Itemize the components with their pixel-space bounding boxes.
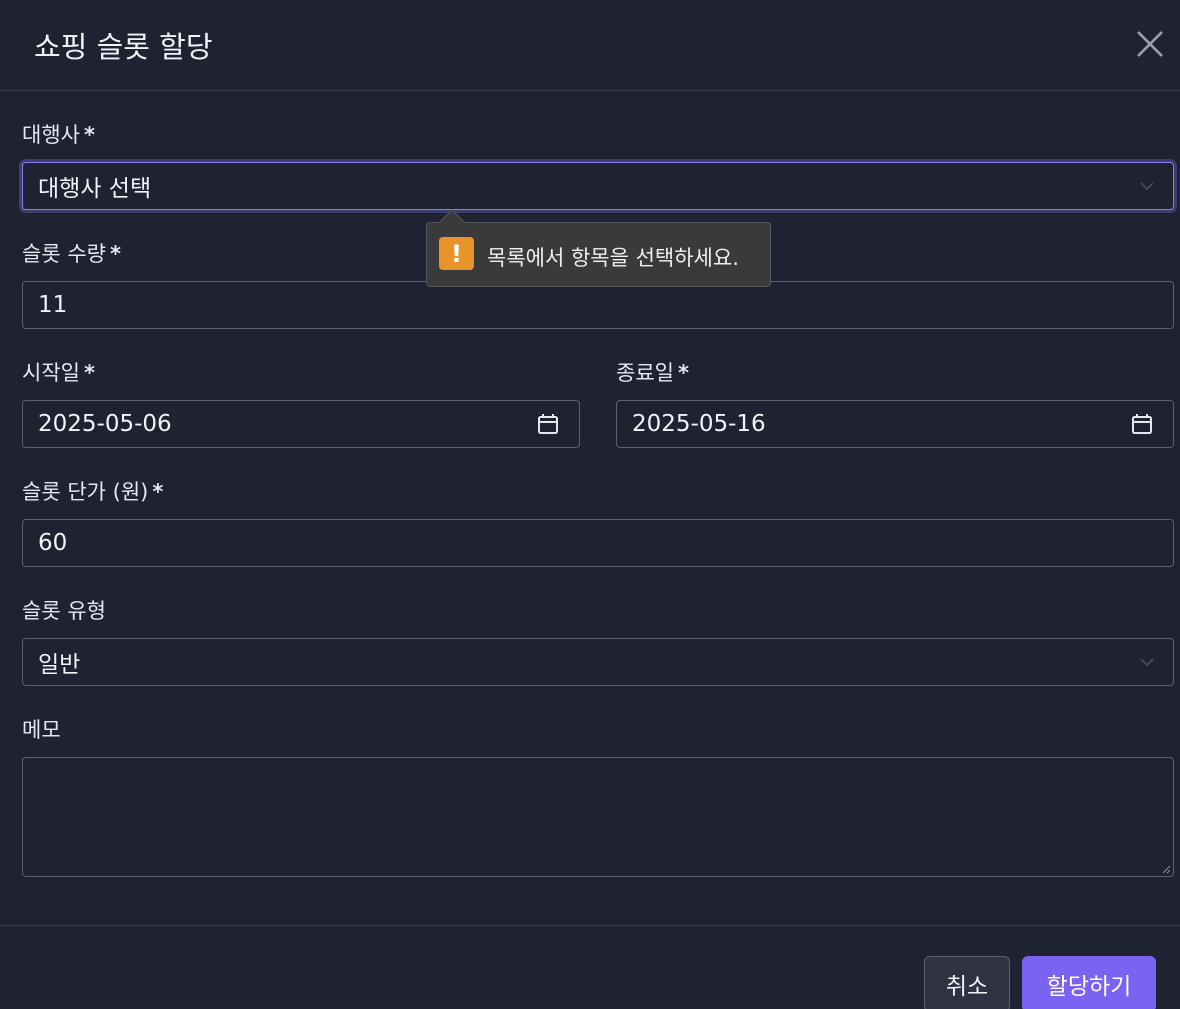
memo-textarea[interactable] (22, 757, 1174, 877)
chevron-down-icon (1140, 658, 1154, 667)
slot-type-label: 슬롯 유형 (22, 599, 106, 623)
calendar-icon[interactable] (537, 413, 559, 435)
end-date-input[interactable]: 2025-05-16 (616, 400, 1174, 448)
resize-handle-icon[interactable] (1161, 864, 1171, 874)
unit-price-value: 60 (38, 530, 68, 556)
close-icon (1137, 31, 1163, 57)
end-date-value: 2025-05-16 (632, 411, 766, 437)
slot-count-input[interactable]: 11 (22, 281, 1174, 329)
slot-count-label: 슬롯 수량 * (22, 242, 121, 266)
agency-label: 대행사 * (22, 123, 95, 147)
agency-select[interactable]: 대행사 선택 (22, 162, 1174, 210)
start-date-input[interactable]: 2025-05-06 (22, 400, 580, 448)
close-button[interactable] (1132, 26, 1168, 62)
footer-divider (0, 925, 1180, 926)
start-date-value: 2025-05-06 (38, 411, 172, 437)
modal-header: 쇼핑 슬롯 할당 (0, 0, 1180, 91)
cancel-button[interactable]: 취소 (924, 956, 1010, 1009)
chevron-down-icon (1140, 182, 1154, 191)
warning-icon: ! (439, 237, 474, 270)
end-date-label: 종료일 * (616, 361, 689, 385)
validation-tooltip: ! 목록에서 항목을 선택하세요. (426, 209, 771, 287)
calendar-icon[interactable] (1131, 413, 1153, 435)
memo-label: 메모 (22, 718, 61, 742)
tooltip-arrow (439, 209, 465, 235)
unit-price-input[interactable]: 60 (22, 519, 1174, 567)
modal-title: 쇼핑 슬롯 할당 (34, 30, 213, 64)
slot-type-select[interactable]: 일반 (22, 638, 1174, 686)
agency-select-value: 대행사 선택 (38, 176, 152, 202)
unit-price-label: 슬롯 단가 (원) * (22, 480, 164, 504)
start-date-label: 시작일 * (22, 361, 95, 385)
assign-button[interactable]: 할당하기 (1022, 956, 1156, 1009)
slot-count-value: 11 (38, 292, 68, 318)
slot-assign-modal: 쇼핑 슬롯 할당 대행사 * 대행사 선택 슬롯 수량 * 11 시작일 * 2025… (0, 0, 1180, 1009)
validation-message: 목록에서 항목을 선택하세요. (487, 246, 739, 270)
slot-type-value: 일반 (38, 652, 81, 678)
